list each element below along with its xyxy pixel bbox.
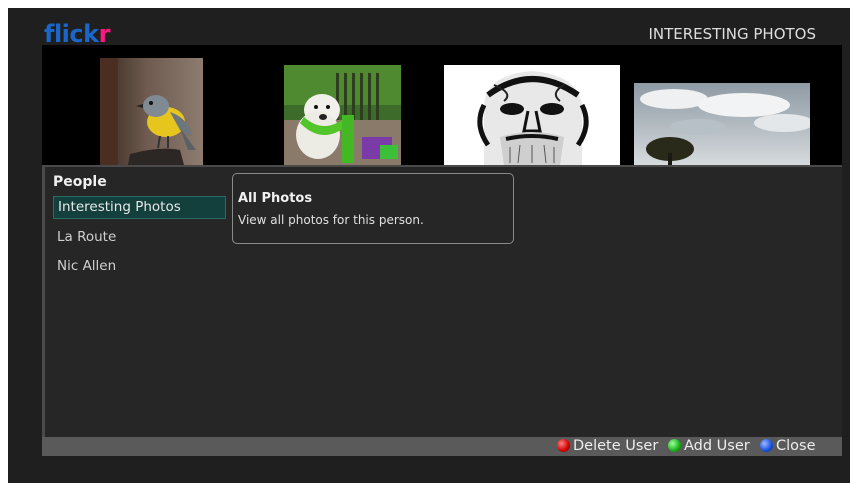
photo-thumbnail-bird[interactable]	[100, 58, 203, 165]
footer-bar: Delete User Add User Close	[42, 437, 842, 456]
delete-user-button[interactable]: Delete User	[557, 437, 658, 456]
photo-thumbnail-tree[interactable]	[634, 83, 810, 165]
logo-text-pink: r	[98, 20, 111, 48]
people-item-nic-allen[interactable]: Nic Allen	[53, 255, 226, 278]
tooltip-description: View all photos for this person.	[238, 213, 424, 227]
add-user-label: Add User	[684, 438, 750, 454]
close-label: Close	[776, 438, 816, 454]
tree-photo-icon	[634, 83, 810, 165]
people-heading: People	[53, 174, 107, 190]
blue-button-icon	[760, 439, 773, 452]
tooltip-title: All Photos	[238, 191, 313, 206]
item-tooltip: All Photos View all photos for this pers…	[232, 173, 514, 244]
photo-thumbnail-old-man[interactable]	[444, 65, 620, 165]
dog-photo-icon	[284, 65, 401, 165]
flickr-logo: flickr	[44, 22, 110, 46]
red-button-icon	[557, 439, 570, 452]
people-item-interesting-photos[interactable]: Interesting Photos	[53, 196, 226, 219]
delete-user-label: Delete User	[573, 438, 659, 454]
close-button[interactable]: Close	[760, 437, 816, 456]
photo-strip	[42, 45, 842, 165]
bird-photo-icon	[100, 58, 203, 165]
people-item-la-route[interactable]: La Route	[53, 226, 226, 249]
photo-thumbnail-dog[interactable]	[284, 65, 401, 165]
logo-text-blue: flick	[44, 20, 99, 48]
portrait-photo-icon	[444, 65, 620, 165]
add-user-button[interactable]: Add User	[668, 437, 750, 456]
page-title: INTERESTING PHOTOS	[648, 25, 816, 43]
people-panel: People Interesting Photos La Route Nic A…	[42, 165, 842, 437]
green-button-icon	[668, 439, 681, 452]
